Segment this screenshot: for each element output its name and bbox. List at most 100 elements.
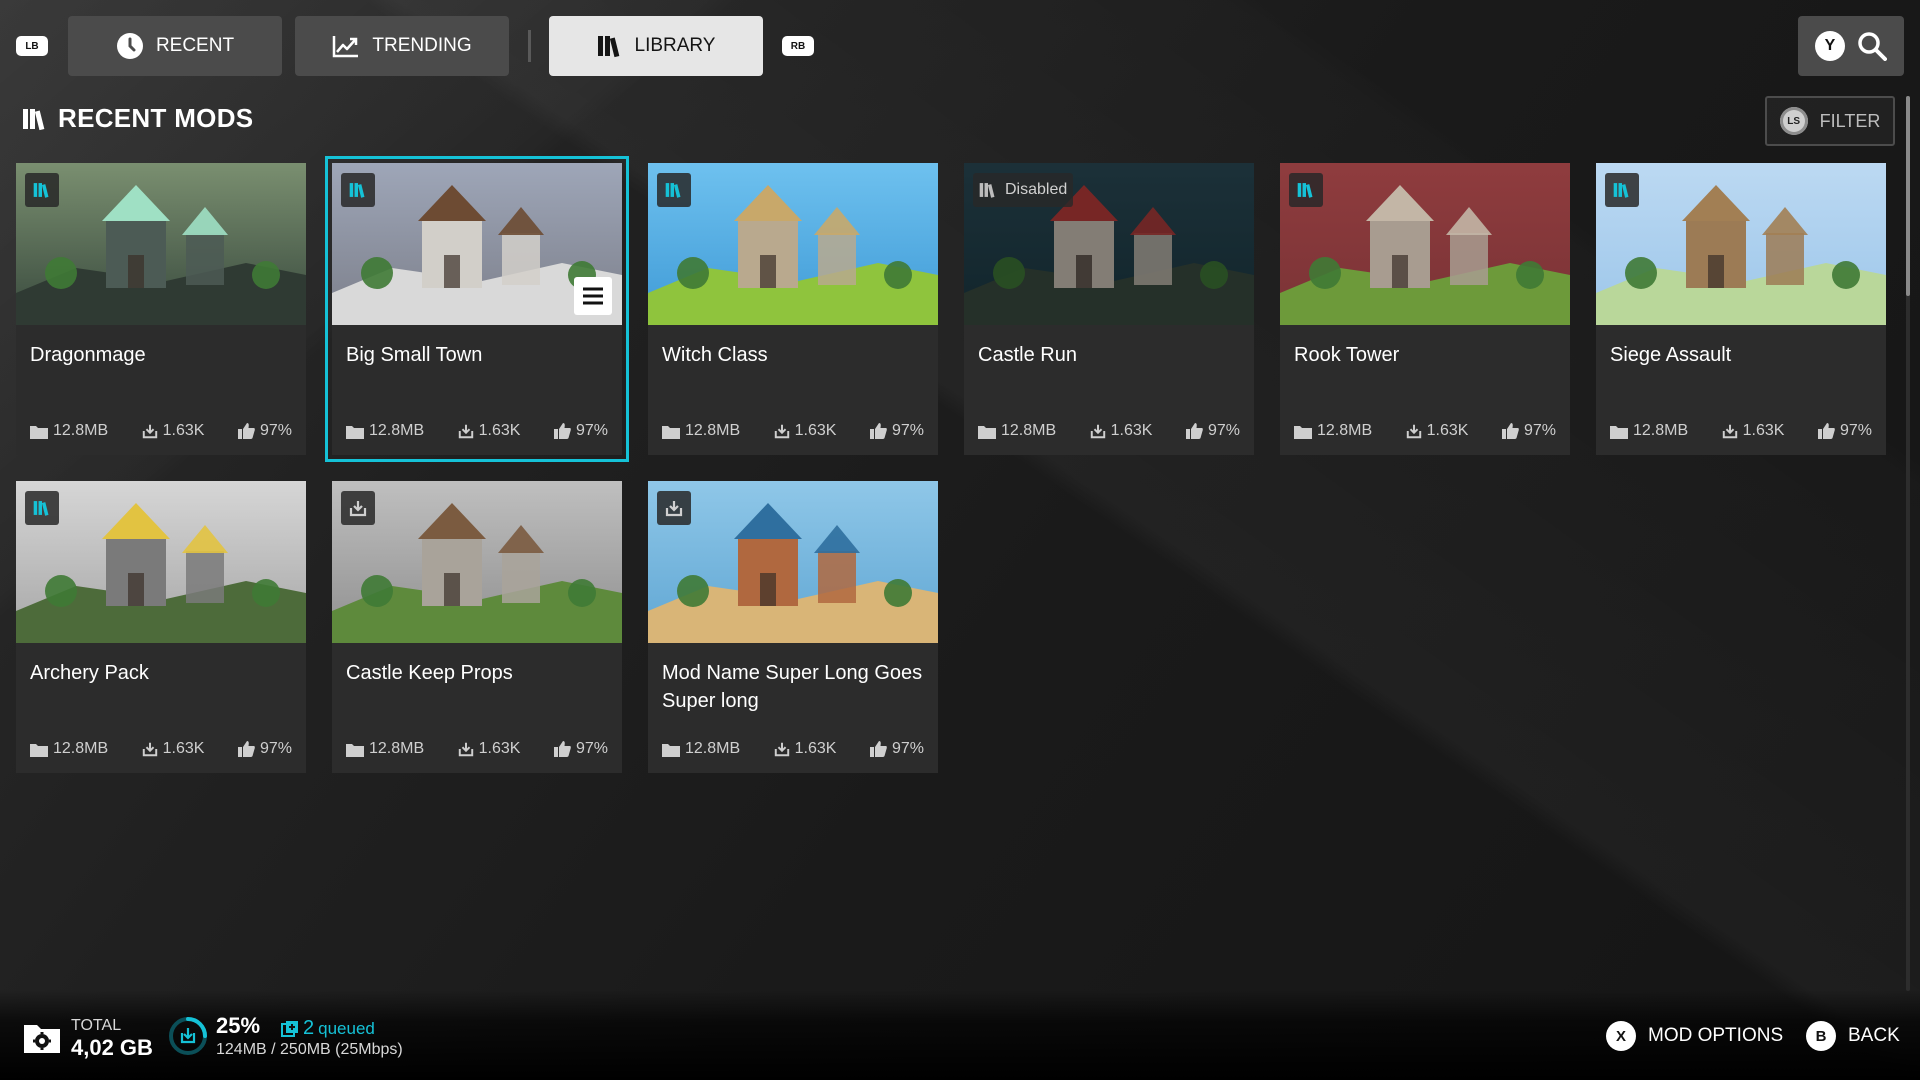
mod-downloads: 1.63K <box>478 740 521 757</box>
mod-rating-stat: 97% <box>869 422 924 440</box>
mod-stats: 12.8MB 1.63K 97% <box>346 422 608 440</box>
tab-recent[interactable]: RECENT <box>68 16 282 76</box>
mod-stats: 12.8MB 1.63K 97% <box>978 422 1240 440</box>
download-count-icon <box>1722 424 1737 439</box>
download-count-icon <box>142 742 157 757</box>
disabled-badge: Disabled <box>973 173 1074 207</box>
mod-size-stat: 12.8MB <box>1294 422 1372 440</box>
filter-button[interactable]: LS FILTER <box>1765 96 1895 146</box>
tab-trending[interactable]: TRENDING <box>295 16 509 76</box>
mod-card[interactable]: Dragonmage 12.8MB 1.63K 97% <box>16 163 306 455</box>
mod-card[interactable]: Rook Tower 12.8MB 1.63K 97% <box>1280 163 1570 455</box>
tab-trending-label: TRENDING <box>372 35 472 56</box>
mod-rating: 97% <box>575 422 608 439</box>
thumbs-up-icon <box>553 423 571 439</box>
mod-rating: 97% <box>1839 422 1872 439</box>
top-navigation-bar: LB RECENT TRENDING LIBRARY RB Y <box>0 0 1920 90</box>
mod-downloads-stat: 1.63K <box>1406 422 1469 440</box>
scrollbar-thumb[interactable] <box>1906 96 1910 296</box>
back-label: BACK <box>1848 1025 1900 1046</box>
mod-thumbnail <box>332 163 622 325</box>
trending-chart-icon <box>333 36 359 58</box>
mod-downloads-stat: 1.63K <box>458 422 520 440</box>
library-books-icon <box>597 36 619 58</box>
mod-size: 12.8MB <box>369 422 425 439</box>
mod-menu-button[interactable] <box>574 277 612 315</box>
mod-card[interactable]: Witch Class 12.8MB 1.63K 97% <box>648 163 938 455</box>
left-bumper-hint[interactable]: LB <box>16 36 48 56</box>
queued-indicator[interactable]: 2 queued <box>281 1017 375 1040</box>
mod-downloads-stat: 1.63K <box>142 422 204 440</box>
mod-thumbnail-art <box>648 481 938 643</box>
mod-rating: 97% <box>891 422 924 439</box>
mod-downloads-stat: 1.63K <box>1722 422 1785 440</box>
mod-downloads: 1.63K <box>1426 422 1469 439</box>
mod-options-hint[interactable]: X MOD OPTIONS <box>1606 1021 1783 1051</box>
mod-thumbnail-art <box>16 163 306 325</box>
mod-thumbnail <box>16 163 306 325</box>
tab-library[interactable]: LIBRARY <box>549 16 763 76</box>
search-button[interactable]: Y <box>1798 16 1904 76</box>
library-books-icon <box>1613 183 1629 198</box>
download-percent: 25% <box>216 1013 261 1038</box>
mod-card[interactable]: Siege Assault 12.8MB 1.63K 97% <box>1596 163 1886 455</box>
total-storage-label: TOTAL <box>71 1017 122 1034</box>
mod-stats: 12.8MB 1.63K 97% <box>662 740 924 758</box>
mod-thumbnail <box>648 163 938 325</box>
mod-card[interactable]: Archery Pack 12.8MB 1.63K 97% <box>16 481 306 773</box>
mod-rating: 97% <box>891 740 924 757</box>
mod-thumbnail: Disabled <box>964 163 1254 325</box>
library-books-icon <box>33 501 49 516</box>
mod-size-stat: 12.8MB <box>346 740 424 758</box>
mod-size-stat: 12.8MB <box>1610 422 1688 440</box>
mod-downloads: 1.63K <box>1110 422 1153 439</box>
mod-title: Mod Name Super Long Goes Super long <box>662 662 923 712</box>
total-storage-value: 4,02 GB <box>71 1035 153 1060</box>
x-button-glyph: X <box>1606 1021 1636 1051</box>
folder-icon <box>662 425 680 439</box>
folder-icon <box>30 743 48 757</box>
mod-card[interactable]: Mod Name Super Long Goes Super long 12.8M… <box>648 481 938 773</box>
thumbs-up-icon <box>1185 423 1203 439</box>
thumbs-up-icon <box>237 741 255 757</box>
thumbs-up-icon <box>1817 423 1835 439</box>
download-count-icon <box>774 424 789 439</box>
library-books-icon <box>349 183 365 198</box>
mod-thumbnail <box>1280 163 1570 325</box>
folder-icon <box>346 743 364 757</box>
mod-card[interactable]: Disabled Castle Run 12.8MB 1.63K 97% <box>964 163 1254 455</box>
download-count-icon <box>142 424 157 439</box>
mod-card[interactable]: Castle Keep Props 12.8MB 1.63K 97% <box>332 481 622 773</box>
mod-title: Dragonmage <box>30 344 146 366</box>
download-count-icon <box>1406 424 1421 439</box>
installed-badge <box>25 491 59 525</box>
mod-size: 12.8MB <box>1633 422 1689 439</box>
folder-icon <box>30 425 48 439</box>
mod-title: Siege Assault <box>1610 344 1732 366</box>
library-books-icon <box>979 183 995 198</box>
installed-badge <box>25 173 59 207</box>
mod-size-stat: 12.8MB <box>30 422 108 440</box>
thumbs-up-icon <box>1501 423 1519 439</box>
library-books-icon <box>665 183 681 198</box>
back-hint[interactable]: B BACK <box>1806 1021 1900 1051</box>
y-button-glyph: Y <box>1815 31 1845 61</box>
installed-badge <box>1605 173 1639 207</box>
download-count-icon <box>458 742 473 757</box>
mod-thumbnail <box>16 481 306 643</box>
tab-recent-label: RECENT <box>155 35 235 56</box>
mod-stats: 12.8MB 1.63K 97% <box>30 422 292 440</box>
mod-size: 12.8MB <box>1317 422 1373 439</box>
mod-size-stat: 12.8MB <box>978 422 1056 440</box>
mod-rating: 97% <box>1523 422 1556 439</box>
right-bumper-hint[interactable]: RB <box>782 36 814 56</box>
library-books-icon <box>1297 183 1313 198</box>
mod-card[interactable]: Big Small Town 12.8MB 1.63K 97% <box>325 156 629 462</box>
mod-stats: 12.8MB 1.63K 97% <box>30 740 292 758</box>
download-progress-ring <box>169 1017 207 1055</box>
mod-thumbnail-art <box>16 481 306 643</box>
tab-divider <box>528 30 531 62</box>
mod-downloads: 1.63K <box>1742 422 1785 439</box>
mod-downloads-stat: 1.63K <box>1090 422 1153 440</box>
mod-title: Witch Class <box>662 344 768 366</box>
